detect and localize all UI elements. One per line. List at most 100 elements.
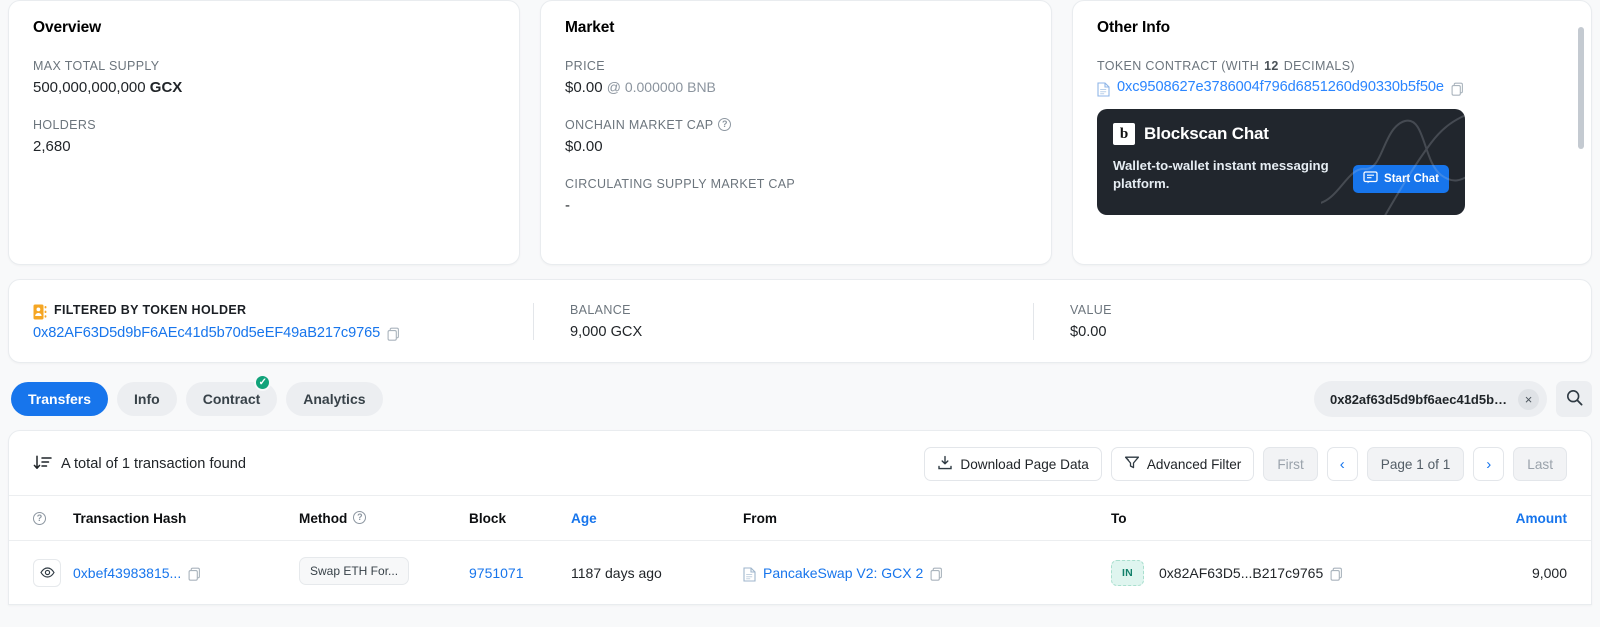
block-link[interactable]: 9751071 [469,565,524,581]
table-toolbar-actions: Download Page Data Advanced Filter First… [924,447,1567,481]
column-header-block[interactable]: Block [469,495,571,541]
banner-description: Wallet-to-wallet instant messaging platf… [1113,158,1329,191]
tab-analytics[interactable]: Analytics [286,382,383,416]
tab-transfers[interactable]: Transfers [11,382,109,416]
address-book-icon [33,304,47,320]
filtered-by-block: FILTERED BY TOKEN HOLDER 0x82AF63D5d9bF6… [33,302,533,341]
onchain-market-cap-label-text: ONCHAIN MARKET CAP [565,118,714,132]
filtered-by-label: FILTERED BY TOKEN HOLDER [54,302,247,317]
transaction-count-text: A total of 1 transaction found [61,456,246,472]
copy-icon[interactable] [188,567,202,582]
table-header-row: ? Transaction Hash Method ? Block Age Fr… [9,495,1591,541]
document-icon [743,567,756,582]
table-body: 0xbef43983815... Swap ETH For... 9751071… [9,541,1591,605]
method-badge[interactable]: Swap ETH For... [299,557,410,585]
other-info-card: Other Info TOKEN CONTRACT (WITH 12 DECIM… [1072,0,1592,265]
onchain-market-cap-label: ONCHAIN MARKET CAP ? [565,117,1027,132]
search-clear-button[interactable]: × [1518,388,1539,410]
column-header-amount[interactable]: Amount [1429,495,1591,541]
column-header-transaction-hash[interactable]: Transaction Hash [73,495,299,541]
balance-block: BALANCE 9,000 GCX [533,302,1033,340]
column-header-from[interactable]: From [743,495,1111,541]
onchain-market-cap-value: $0.00 [565,138,603,155]
filtered-by-address-link[interactable]: 0x82AF63D5d9bF6AEc41d5b70d5eEF49aB217c97… [33,325,380,341]
column-header-to[interactable]: To [1111,495,1429,541]
help-icon[interactable]: ? [33,512,46,525]
copy-icon[interactable] [387,327,401,342]
pagination-first-button[interactable]: First [1263,447,1318,481]
download-icon [937,455,953,474]
download-page-data-label: Download Page Data [960,456,1089,472]
to-address-text: 0x82AF63D5...B217c9765 [1159,564,1324,581]
pagination-last-button[interactable]: Last [1513,447,1567,481]
token-contract-label-post: DECIMALS) [1283,59,1355,73]
copy-icon[interactable] [1330,567,1344,582]
search-input[interactable]: 0x82af63d5d9bf6aec41d5b70... × [1314,381,1547,417]
tab-contract-label: Contract [202,391,261,407]
tab-info[interactable]: Info [117,382,177,416]
price-label: PRICE [565,59,605,73]
search-area: 0x82af63d5d9bf6aec41d5b70... × [1314,381,1592,417]
table-toolbar: A total of 1 transaction found Download … [9,431,1591,495]
tabs-row: Transfers Info Contract ✓ Analytics 0x82… [0,363,1600,419]
other-info-scrollbar[interactable] [1578,27,1584,149]
row-to-cell: IN 0x82AF63D5...B217c9765 [1111,541,1429,605]
price-native: @ 0.000000 BNB [606,79,716,95]
value-label: VALUE [1070,302,1112,317]
holders-label: HOLDERS [33,118,96,132]
transaction-hash-link[interactable]: 0xbef43983815... [73,565,181,581]
column-header-method[interactable]: Method ? [299,495,469,541]
row-block-cell: 9751071 [469,541,571,605]
eye-icon[interactable] [33,558,61,587]
holders-field: HOLDERS 2,680 [33,118,495,155]
max-total-supply-value: 500,000,000,000 GCX [33,79,495,96]
search-input-value: 0x82af63d5d9bf6aec41d5b70... [1330,391,1510,407]
search-submit-button[interactable] [1556,381,1592,417]
transfers-table: ? Transaction Hash Method ? Block Age Fr… [9,495,1591,604]
token-contract-label-pre: TOKEN CONTRACT (WITH [1097,59,1260,73]
from-address-link[interactable]: PancakeSwap V2: GCX 2 [763,565,923,581]
download-page-data-button[interactable]: Download Page Data [924,447,1102,481]
search-icon [1566,389,1583,409]
other-info-card-title: Other Info [1097,19,1171,36]
tab-analytics-label: Analytics [303,391,366,407]
circulating-supply-market-cap-field: CIRCULATING SUPPLY MARKET CAP - [565,177,1027,214]
tab-contract[interactable]: Contract ✓ [185,374,278,416]
overview-card: Overview MAX TOTAL SUPPLY 500,000,000,00… [8,0,520,265]
transaction-count: A total of 1 transaction found [33,454,246,475]
pagination-next-button[interactable]: › [1473,447,1505,481]
banner-body: Wallet-to-wallet instant messaging platf… [1113,157,1449,193]
token-contract-address-row: 0xc9508627e3786004f796d6851260d90330b5f5… [1097,79,1567,97]
copy-icon[interactable] [1451,82,1465,97]
copy-icon[interactable] [930,567,944,582]
column-header-age[interactable]: Age [571,495,743,541]
column-header-eye: ? [9,495,73,541]
max-total-supply-field: MAX TOTAL SUPPLY 500,000,000,000 GCX [33,59,495,96]
summary-cards-row: Overview MAX TOTAL SUPPLY 500,000,000,00… [0,0,1600,265]
tab-transfers-label: Transfers [28,391,92,407]
sort-descending-icon [33,454,52,475]
value-value: $0.00 [1070,323,1107,340]
row-eye-cell [9,541,73,605]
help-icon[interactable]: ? [353,510,367,524]
price-usd: $0.00 [565,79,603,96]
start-chat-button[interactable]: Start Chat [1353,164,1449,193]
token-contract-address-link[interactable]: 0xc9508627e3786004f796d6851260d90330b5f5… [1117,79,1444,95]
max-total-supply-number: 500,000,000,000 [33,79,146,96]
row-from-cell: PancakeSwap V2: GCX 2 [743,541,1111,605]
column-header-method-label: Method [299,510,348,526]
row-method-cell: Swap ETH For... [299,541,469,605]
price-field: PRICE $0.00 @ 0.000000 BNB [565,59,1027,96]
row-amount-cell: 9,000 [1531,564,1567,581]
row-age-cell: 1187 days ago [571,564,662,581]
row-transaction-hash-cell: 0xbef43983815... [73,541,299,605]
help-icon[interactable]: ? [718,117,732,131]
pagination-prev-button[interactable]: ‹ [1326,447,1358,481]
balance-label: BALANCE [570,302,631,317]
token-holder-filter-strip: FILTERED BY TOKEN HOLDER 0x82AF63D5d9bF6… [8,279,1592,363]
holders-value: 2,680 [33,138,71,155]
banner-title: Blockscan Chat [1144,124,1269,143]
onchain-market-cap-field: ONCHAIN MARKET CAP ? $0.00 [565,117,1027,155]
chat-bubble-icon [1363,170,1378,187]
advanced-filter-button[interactable]: Advanced Filter [1110,447,1255,481]
